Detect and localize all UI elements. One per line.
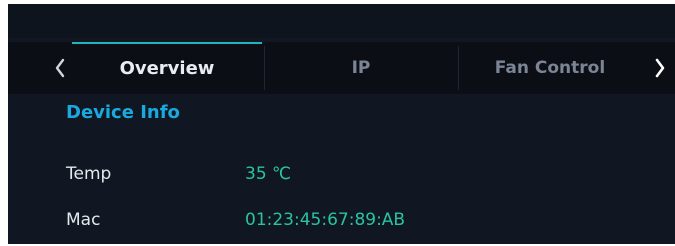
- tab-fan-control[interactable]: Fan Control: [460, 42, 640, 94]
- chevron-right-icon[interactable]: [648, 54, 672, 82]
- temp-value: 35 ℃: [245, 164, 292, 184]
- tab-ip[interactable]: IP: [266, 42, 456, 94]
- section-title-device-info: Device Info: [66, 102, 180, 123]
- mac-value: 01:23:45:67:89:AB: [245, 210, 406, 230]
- tab-fan-control-label: Fan Control: [494, 58, 606, 78]
- info-row-mac: Mac 01:23:45:67:89:AB: [8, 202, 675, 244]
- top-bar: [8, 4, 675, 38]
- mac-label: Mac: [66, 210, 101, 230]
- tab-overview[interactable]: Overview: [72, 42, 262, 94]
- tab-overview-label: Overview: [119, 57, 215, 79]
- device-info-panel: Overview IP Fan Control Device Info Temp…: [8, 4, 675, 244]
- tab-bar: Overview IP Fan Control: [8, 42, 675, 94]
- info-row-temp: Temp 35 ℃: [8, 154, 675, 196]
- tab-divider: [264, 46, 265, 90]
- screenshot-frame: Overview IP Fan Control Device Info Temp…: [0, 0, 675, 246]
- chevron-left-icon[interactable]: [48, 54, 72, 82]
- tab-ip-label: IP: [351, 58, 371, 78]
- tab-divider: [458, 46, 459, 90]
- temp-label: Temp: [66, 164, 112, 184]
